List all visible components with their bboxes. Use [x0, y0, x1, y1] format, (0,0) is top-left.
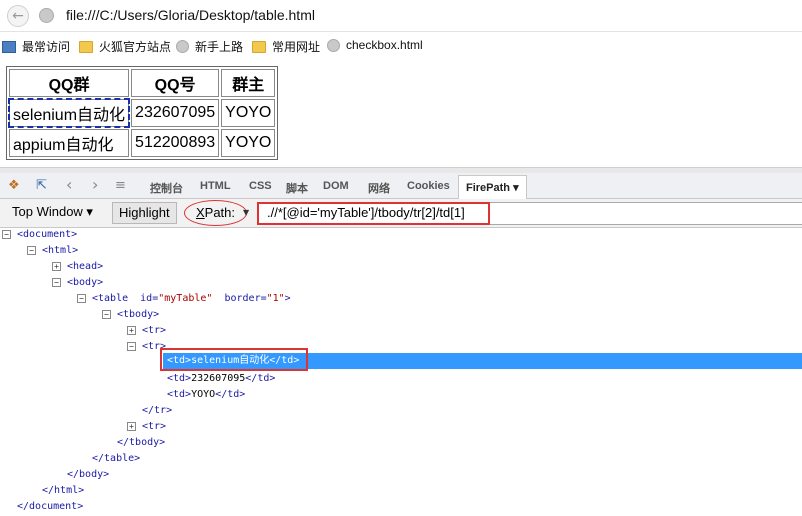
- my-table: QQ群 QQ号 群主 selenium自动化 232607095 YOYO ap…: [6, 66, 279, 160]
- dropdown-arrow-icon[interactable]: ▼: [243, 208, 249, 217]
- table-header-row: QQ群 QQ号 群主: [9, 69, 276, 97]
- header-qq-group: QQ群: [9, 69, 130, 97]
- annotation-box: [160, 348, 308, 371]
- table-cell: YOYO: [221, 129, 276, 157]
- window-select[interactable]: Top Window ▾: [12, 204, 93, 220]
- expand-toggle-icon[interactable]: +: [52, 262, 61, 271]
- collapse-toggle-icon[interactable]: −: [127, 342, 136, 351]
- table-row: selenium自动化 232607095 YOYO: [7, 98, 276, 128]
- collapse-toggle-icon[interactable]: −: [77, 294, 86, 303]
- tree-node-tbody[interactable]: <tbody>: [117, 308, 159, 324]
- globe-icon: [327, 38, 340, 52]
- collapse-toggle-icon[interactable]: −: [102, 310, 111, 319]
- inspect-icon[interactable]: ⇱: [36, 178, 47, 193]
- tree-node-tr-1[interactable]: <tr>: [142, 324, 166, 340]
- tab-network[interactable]: 网络: [368, 180, 390, 196]
- url-bar: ← file:///C:/Users/Gloria/Desktop/table.…: [0, 0, 802, 32]
- tree-node-table-close: </table>: [92, 453, 141, 464]
- tree-node-document-close: </document>: [17, 501, 84, 512]
- bookmark-firefox-site[interactable]: 火狐官方站点: [79, 38, 171, 55]
- collapse-toggle-icon[interactable]: −: [27, 246, 36, 255]
- tree-node-td[interactable]: <td>YOYO</td>: [167, 388, 245, 404]
- folder-icon: [79, 40, 93, 53]
- tree-node-table[interactable]: <table id="myTable" border="1">: [92, 292, 291, 308]
- tree-node-td[interactable]: <td>232607095</td>: [167, 372, 275, 388]
- back-arrow-icon[interactable]: ←: [7, 5, 29, 27]
- tab-firepath[interactable]: FirePath ▾: [458, 175, 527, 200]
- table-cell: 512200893: [131, 129, 220, 157]
- tab-cookies[interactable]: Cookies: [407, 180, 450, 192]
- bookmark-checkbox[interactable]: checkbox.html: [327, 38, 423, 52]
- globe-icon: [176, 40, 189, 53]
- address-field[interactable]: file:///C:/Users/Gloria/Desktop/table.ht…: [66, 7, 315, 23]
- table-row: appium自动化 512200893 YOYO: [9, 129, 276, 157]
- tree-node-tr-3[interactable]: <tr>: [142, 420, 166, 436]
- collapse-toggle-icon[interactable]: −: [2, 230, 11, 239]
- bookmarks-toolbar: 最常访问 火狐官方站点 新手上路 常用网址 checkbox.html: [0, 33, 802, 58]
- xpath-input[interactable]: .//*[@id='myTable']/tbody/tr[2]/td[1]: [257, 202, 490, 225]
- tree-node-document[interactable]: <document>: [17, 228, 77, 244]
- back-icon[interactable]: ‹: [66, 175, 72, 194]
- devtools-tabbar: ❖ ⇱ ‹ › ≡ 控制台 HTML CSS 脚本 DOM 网络 Cookies…: [0, 173, 802, 200]
- bookmarks-star-icon: [2, 40, 16, 53]
- dom-tree: − <document> − <html> + <head> − <body> …: [0, 228, 802, 512]
- firebug-icon[interactable]: ❖: [8, 178, 20, 193]
- tree-node-body[interactable]: <body>: [67, 276, 103, 292]
- tree-node-head[interactable]: <head>: [67, 260, 103, 276]
- table-cell: YOYO: [221, 99, 276, 127]
- tree-node-html[interactable]: <html>: [42, 244, 78, 260]
- bookmark-getting-started[interactable]: 新手上路: [176, 38, 243, 55]
- table-cell-highlighted: selenium自动化: [7, 98, 131, 128]
- tree-node-tbody-close: </tbody>: [117, 437, 166, 448]
- header-qq-number: QQ号: [131, 69, 220, 97]
- tab-console[interactable]: 控制台: [150, 180, 183, 196]
- table-cell: appium自动化: [9, 129, 130, 157]
- xpath-field-extension[interactable]: [490, 202, 802, 225]
- tab-css[interactable]: CSS: [249, 180, 272, 192]
- expand-toggle-icon[interactable]: +: [127, 326, 136, 335]
- collapse-toggle-icon[interactable]: −: [52, 278, 61, 287]
- tree-node-body-close: </body>: [67, 469, 110, 480]
- forward-icon[interactable]: ›: [92, 175, 98, 194]
- tab-dom[interactable]: DOM: [323, 180, 349, 192]
- tab-html[interactable]: HTML: [200, 180, 231, 192]
- table-cell: 232607095: [131, 99, 220, 127]
- expand-toggle-icon[interactable]: +: [127, 422, 136, 431]
- bookmark-most-visited[interactable]: 最常访问: [2, 38, 70, 55]
- site-identity-icon[interactable]: [39, 8, 54, 23]
- tree-node-tr-close: </tr>: [142, 405, 173, 416]
- command-line-icon[interactable]: ≡: [115, 178, 126, 193]
- folder-icon: [252, 40, 266, 53]
- bookmark-common-sites[interactable]: 常用网址: [252, 38, 320, 55]
- xpath-type-select[interactable]: XPath:: [184, 200, 247, 226]
- tree-node-html-close: </html>: [42, 485, 85, 496]
- tab-script[interactable]: 脚本: [286, 180, 308, 196]
- highlight-button[interactable]: Highlight: [112, 202, 177, 224]
- header-owner: 群主: [221, 69, 276, 97]
